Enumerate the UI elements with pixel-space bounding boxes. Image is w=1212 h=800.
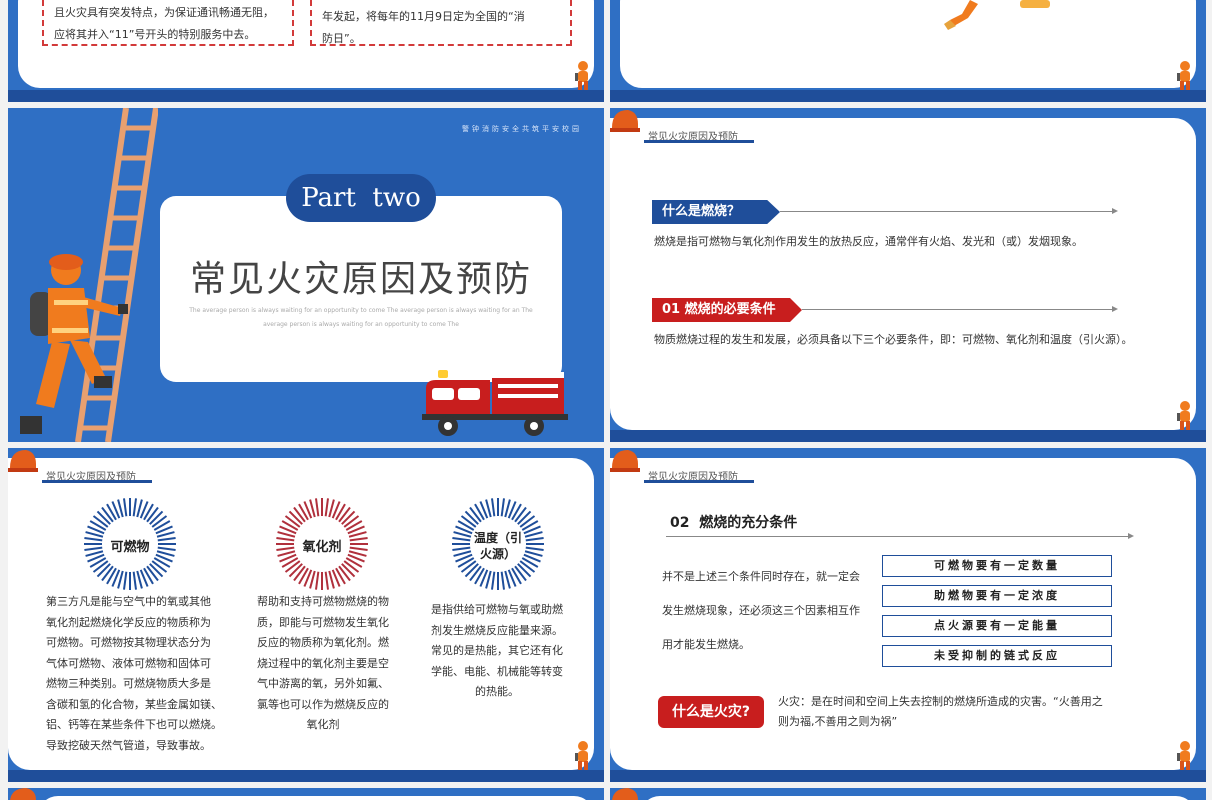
- fire-helmet-icon: [610, 450, 640, 472]
- slide-bottom-bar: [610, 770, 1206, 782]
- desc-line: 学能、电能、机械能等转变: [431, 664, 563, 678]
- element-desc-heat: 是指供给可燃物与氧或助燃 剂发生燃烧反应能量来源。 常见的是热能，其它还有化 学…: [422, 600, 572, 703]
- desc-line: 氧化剂: [306, 718, 340, 731]
- fireman-mascot-icon: [575, 61, 588, 92]
- text-line: 并不是上述三个条件同时存在，就一定会: [662, 570, 860, 583]
- section-underline: [42, 480, 152, 483]
- heading-arrow-line: [802, 306, 1118, 312]
- desc-line: 可燃物。可燃物按其物理状态分为: [46, 636, 211, 649]
- fire-helmet-icon: [610, 110, 640, 132]
- running-firefighter-icon: [944, 0, 1050, 30]
- desc-line: 燃物三种类别。可燃烧物质大多是: [46, 677, 211, 690]
- fire-helmet-icon: [10, 788, 36, 800]
- slide-part-two[interactable]: 警钟消防安全共筑平安校园 Part two 常见火灾原因及预防 The aver…: [8, 108, 604, 442]
- slide-card: [38, 796, 594, 800]
- info-box-2: 年发起，将每年的11月9日定为全国的“消 防日”。: [310, 0, 572, 46]
- desc-line: 铝、钙等在某些条件下也可以燃烧。: [46, 718, 222, 731]
- slide-combustion[interactable]: 常见火灾原因及预防 什么是燃烧？ 燃烧是指可燃物与氧化剂作用发生的放热反应，通常…: [610, 108, 1206, 442]
- desc-line: 氯等也可以作为燃烧反应的: [257, 697, 389, 711]
- slide-bottom-bar: [610, 430, 1206, 442]
- section-underline: [644, 480, 754, 483]
- desc-line: 含碳和氢的化合物，某些金属如镁、: [46, 697, 222, 711]
- desc-line: 的热能。: [475, 685, 519, 698]
- desc-line: 烧过程中的氧化剂主要是空: [257, 656, 389, 670]
- condition-box: 可燃物要有一定数量: [882, 555, 1112, 577]
- subtitle: The average person is always waiting for…: [184, 304, 538, 332]
- text-line: 则为福,不善用之则为祸”: [778, 715, 898, 728]
- firefighter-climbing-illustration: [20, 254, 128, 434]
- element-desc-fuel: 第三方凡是能与空气中的氧或其他 氧化剂起燃烧化学反应的物质称为 可燃物。可燃物按…: [46, 592, 226, 756]
- section-underline: [644, 140, 754, 143]
- text-line: 用才能发生燃烧。: [662, 638, 750, 651]
- desc-line: 第三方凡是能与空气中的氧或其他: [46, 595, 211, 608]
- element-desc-oxidizer: 帮助和支持可燃物燃烧的物 质，即能与可燃物发生氧化 反应的物质称为氧化剂。燃 烧…: [248, 592, 398, 736]
- necessary-conditions-text: 物质燃烧过程的发生和发展，必须具备以下三个必要条件，即：可燃物、氧化剂和温度（引…: [654, 333, 1133, 346]
- slide-top-right[interactable]: [610, 0, 1206, 102]
- info-box-2-line: 防日”。: [322, 32, 361, 45]
- desc-line: 反应的物质称为氧化剂。燃: [257, 636, 389, 649]
- fire-helmet-icon: [612, 788, 638, 800]
- condition-box: 助燃物要有一定浓度: [882, 585, 1112, 607]
- element-label-heat: 温度（引 火源）: [450, 530, 546, 562]
- subtitle-line: average person is always waiting for an …: [263, 321, 459, 328]
- desc-line: 气中游离的氧，另外如氟、: [257, 677, 389, 690]
- slide-bottom-left-partial[interactable]: [8, 788, 604, 800]
- fire-helmet-icon: [8, 450, 38, 472]
- what-is-fire-badge: 什么是火灾?: [658, 696, 764, 728]
- info-box-2-line: 年发起，将每年的11月9日定为全国的“消: [322, 10, 525, 23]
- combustion-definition: 燃烧是指可燃物与氧化剂作用发生的放热反应，通常伴有火焰、发光和（或）发烟现象。: [654, 235, 1083, 248]
- page-title: 常见火灾原因及预防: [189, 259, 532, 300]
- fireman-mascot-icon: [1177, 741, 1190, 772]
- text-line: 火灾：是在时间和空间上失去控制的燃烧所造成的灾害。“火善用之: [778, 695, 1103, 708]
- desc-line: 常见的是热能，其它还有化: [431, 644, 563, 657]
- motto-text: 警钟消防安全共筑平安校园: [462, 125, 582, 133]
- info-box-1-line: 应将其并入“11”号开头的特别服务中去。: [54, 28, 256, 41]
- slide-sufficient-conditions[interactable]: 常见火灾原因及预防 02 燃烧的充分条件 并不是上述三个条件同时存在，就一定会 …: [610, 448, 1206, 782]
- info-box-1-line: 且火灾具有突发特点，为保证通讯畅通无阻，: [54, 6, 274, 19]
- section-heading: 02 燃烧的充分条件: [670, 515, 798, 531]
- desc-line: 氧化剂起燃烧化学反应的物质称为: [46, 615, 211, 629]
- slide-top-left[interactable]: 且火灾具有突发特点，为保证通讯畅通无阻， 应将其并入“11”号开头的特别服务中去…: [8, 0, 604, 102]
- fireman-mascot-icon: [1177, 401, 1190, 432]
- desc-line: 是指供给可燃物与氧或助燃: [431, 603, 563, 616]
- fireman-mascot-icon: [575, 741, 588, 772]
- part-pill: Part two: [286, 174, 436, 222]
- text-line: 发生燃烧现象，还必须这三个因素相互作: [662, 604, 860, 617]
- desc-line: 剂发生燃烧反应能量来源。: [431, 623, 563, 637]
- info-box-1: 且火灾具有突发特点，为保证通讯畅通无阻， 应将其并入“11”号开头的特别服务中去…: [42, 0, 294, 46]
- heading-what-is-combustion: 什么是燃烧？: [652, 200, 780, 224]
- slide-bottom-bar: [8, 90, 604, 102]
- condition-box: 未受抑制的链式反应: [882, 645, 1112, 667]
- sufficient-conditions-text: 并不是上述三个条件同时存在，就一定会 发生燃烧现象，还必须这三个因素相互作 用才…: [662, 560, 882, 662]
- slide-bottom-bar: [610, 90, 1206, 102]
- slide-bottom-right-partial[interactable]: [610, 788, 1206, 800]
- desc-line: 帮助和支持可燃物燃烧的物: [257, 595, 389, 608]
- desc-line: 气体可燃物、液体可燃物和固体可: [46, 656, 211, 670]
- subtitle-line: The average person is always waiting for…: [189, 307, 533, 314]
- heading-necessary-conditions: 01 燃烧的必要条件: [652, 298, 802, 322]
- element-label-oxidizer: 氧化剂: [302, 540, 342, 555]
- slide-three-elements[interactable]: 常见火灾原因及预防 可燃物 第三方凡是能与空气中的氧或其他 氧化剂起燃烧化学反应…: [8, 448, 604, 782]
- label-line: 温度（引: [473, 531, 522, 545]
- desc-line: 质，即能与可燃物发生氧化: [257, 615, 389, 629]
- slide-card: [640, 796, 1196, 800]
- label-line: 火源）: [479, 547, 516, 561]
- slide-bottom-bar: [8, 770, 604, 782]
- heading-arrow-line: [780, 208, 1118, 214]
- condition-box: 点火源要有一定能量: [882, 615, 1112, 637]
- slide-card: [610, 118, 1196, 430]
- fire-truck-illustration: [422, 370, 568, 436]
- heading-arrow-line: [666, 533, 1134, 539]
- slide-card: [620, 0, 1196, 88]
- element-label-fuel: 可燃物: [110, 540, 150, 555]
- desc-line: 导致挖破天然气管道，导致事故。: [46, 738, 211, 752]
- fire-definition: 火灾：是在时间和空间上失去控制的燃烧所造成的灾害。“火善用之 则为福,不善用之则…: [778, 692, 1158, 732]
- fireman-mascot-icon: [1177, 61, 1190, 92]
